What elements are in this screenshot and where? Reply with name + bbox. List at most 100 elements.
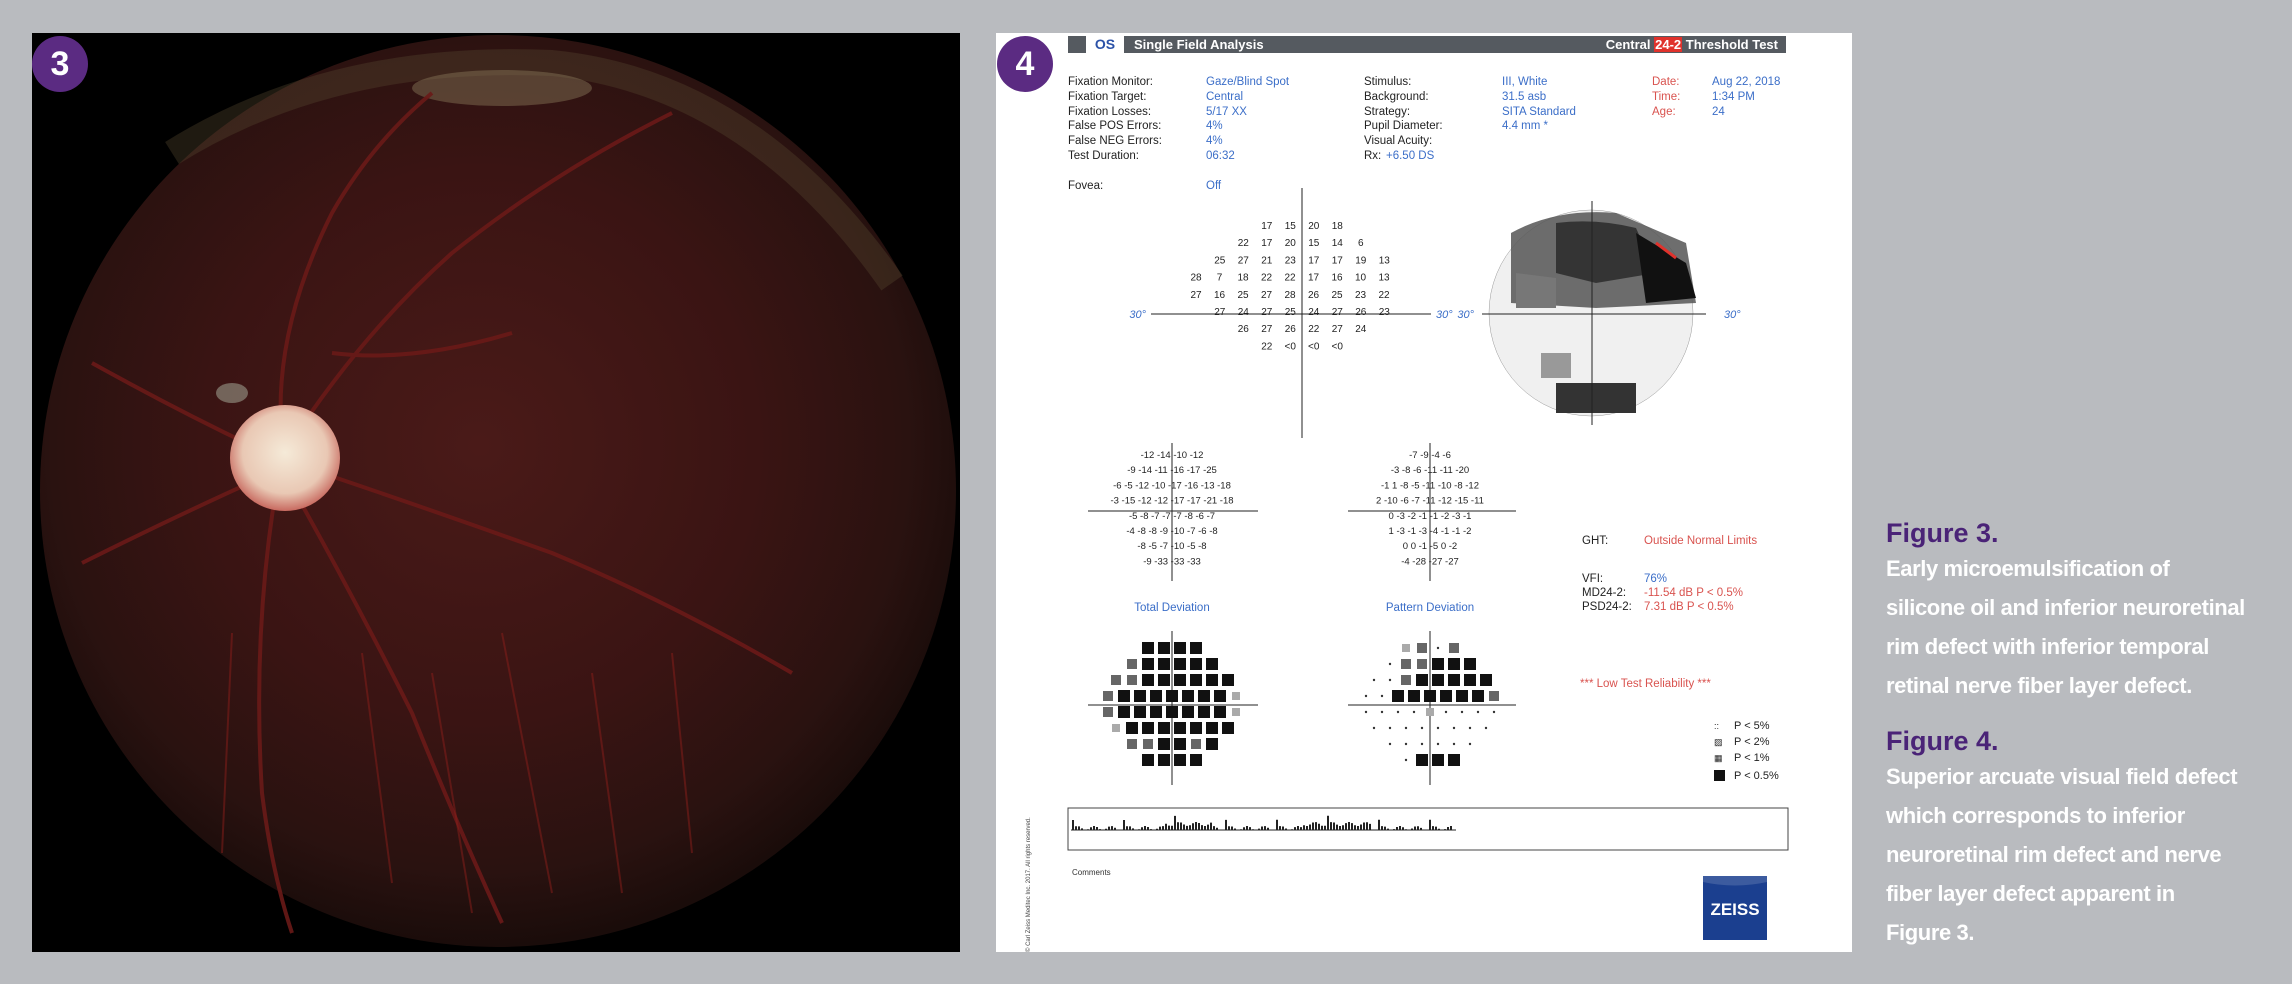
- probability-symbol: [1158, 658, 1170, 670]
- probability-symbol: [1103, 691, 1113, 701]
- caption-line: retinal nerve fiber layer defect.: [1886, 673, 2192, 698]
- probability-symbol: [1214, 706, 1226, 718]
- probability-symbol: [1150, 690, 1162, 702]
- probability-symbol: [1417, 643, 1427, 653]
- caption-line: silicone oil and inferior neuroretinal: [1886, 595, 2245, 620]
- threshold-value: 27: [1190, 290, 1202, 301]
- caption-body: Superior arcuate visual field defect whi…: [1886, 757, 2266, 952]
- threshold-value: <0: [1332, 341, 1344, 352]
- probability-symbol: [1111, 675, 1121, 685]
- probability-symbol: [1388, 726, 1392, 730]
- legend-label: P < 5%: [1734, 720, 1770, 732]
- caption-title: Figure 3.: [1886, 518, 1999, 548]
- probability-symbol: [1452, 726, 1456, 730]
- legend-symbol-1: ▦: [1714, 753, 1723, 763]
- optic-disc: [230, 405, 340, 511]
- threshold-value: 27: [1332, 324, 1344, 335]
- probability-symbol: [1158, 674, 1170, 686]
- probability-symbol: [1388, 662, 1392, 666]
- probability-symbol: [1402, 644, 1410, 652]
- probability-symbol: [1480, 674, 1492, 686]
- threshold-value: 17: [1308, 273, 1320, 284]
- probability-symbol: [1222, 674, 1234, 686]
- threshold-value: 25: [1237, 290, 1249, 301]
- threshold-value: 23: [1285, 255, 1297, 266]
- deviation-row: 0 0 -1 -5 0 -2: [1403, 541, 1457, 552]
- retina: [40, 35, 956, 947]
- ght-label: GHT:: [1582, 535, 1608, 547]
- probability-symbol: [1127, 659, 1137, 669]
- caption-line: Figure 3.: [1886, 920, 1975, 945]
- threshold-value: 27: [1261, 324, 1273, 335]
- probability-symbol: [1158, 738, 1170, 750]
- axis-label-left-2: 30°: [1457, 309, 1474, 321]
- psd-label: PSD24-2:: [1582, 601, 1632, 613]
- threshold-value: 15: [1285, 221, 1297, 232]
- legend-symbol-2: ▨: [1714, 737, 1723, 747]
- global-indices: GHT: Outside Normal Limits VFI: 76% MD24…: [1580, 535, 1757, 690]
- probability-symbol: [1118, 706, 1130, 718]
- probability-symbol: [1174, 642, 1186, 654]
- probability-symbol: [1476, 710, 1480, 714]
- probability-symbol: [1190, 642, 1202, 654]
- probability-symbol: [1142, 754, 1154, 766]
- threshold-value: 18: [1332, 221, 1344, 232]
- probability-symbol: [1214, 690, 1226, 702]
- threshold-value: 20: [1308, 221, 1320, 232]
- deviation-row: -3 -8 -6 -11 -11 -20: [1391, 465, 1469, 476]
- threshold-value: 25: [1331, 290, 1343, 301]
- probability-symbol: [1127, 675, 1137, 685]
- probability-symbol: [1158, 642, 1170, 654]
- deviation-row: 0 -3 -2 -1 -1 -2 -3 -1: [1389, 511, 1472, 522]
- legend-label: P < 2%: [1734, 736, 1770, 748]
- threshold-value: 25: [1214, 255, 1226, 266]
- threshold-value: 24: [1355, 324, 1367, 335]
- threshold-value: 17: [1261, 238, 1273, 249]
- legend-label: P < 0.5%: [1734, 770, 1779, 782]
- probability-symbol: [1372, 678, 1376, 682]
- md-label: MD24-2:: [1582, 587, 1626, 599]
- threshold-value: 16: [1214, 290, 1226, 301]
- legend-label: P < 1%: [1734, 752, 1770, 764]
- axis-label-right: 30°: [1436, 309, 1453, 321]
- probability-symbol: [1150, 706, 1162, 718]
- probability-symbol: [1426, 708, 1434, 716]
- probability-symbol: [1222, 722, 1234, 734]
- reliability-note: *** Low Test Reliability ***: [1580, 678, 1711, 690]
- threshold-value: 25: [1285, 307, 1297, 318]
- caption-body: Early microemulsification of silicone oi…: [1886, 549, 2266, 705]
- threshold-value: 10: [1355, 273, 1367, 284]
- threshold-value: 26: [1308, 290, 1320, 301]
- pattern-deviation-plot: -7 -9 -4 -6 -3 -8 -6 -11 -11 -20 -1 1 -8 -…: [1348, 443, 1516, 614]
- probability-symbol: [1380, 694, 1384, 698]
- probability-symbol: [1464, 674, 1476, 686]
- probability-symbol: [1190, 658, 1202, 670]
- probability-symbol: [1112, 724, 1120, 732]
- grayscale-plot: 30° 30°: [1457, 201, 1741, 425]
- comments-label: Comments: [1072, 868, 1111, 877]
- probability-symbol: [1206, 674, 1218, 686]
- probability-symbol: [1396, 710, 1400, 714]
- threshold-value: 17: [1308, 255, 1320, 266]
- probability-symbol: [1198, 690, 1210, 702]
- threshold-value: 26: [1238, 324, 1250, 335]
- probability-symbol: [1456, 690, 1468, 702]
- probability-symbol: [1452, 742, 1456, 746]
- probability-symbol: [1166, 706, 1178, 718]
- caption-line: Early microemulsification of: [1886, 556, 2170, 581]
- probability-symbol: [1472, 690, 1484, 702]
- probability-symbol: [1424, 690, 1436, 702]
- ght-value: Outside Normal Limits: [1644, 535, 1757, 547]
- probability-symbol: [1412, 710, 1416, 714]
- figure-4-badge: 4: [997, 36, 1053, 92]
- probability-symbol: [1388, 742, 1392, 746]
- probability-symbol: [1420, 726, 1424, 730]
- probability-symbol: [1448, 754, 1460, 766]
- probability-symbol: [1174, 738, 1186, 750]
- caption-line: rim defect with inferior temporal: [1886, 634, 2209, 659]
- probability-symbol: [1364, 694, 1368, 698]
- threshold-value: 22: [1261, 273, 1273, 284]
- md-value: -11.54 dB P < 0.5%: [1644, 587, 1743, 599]
- probability-symbol: [1448, 658, 1460, 670]
- probability-symbol: [1372, 726, 1376, 730]
